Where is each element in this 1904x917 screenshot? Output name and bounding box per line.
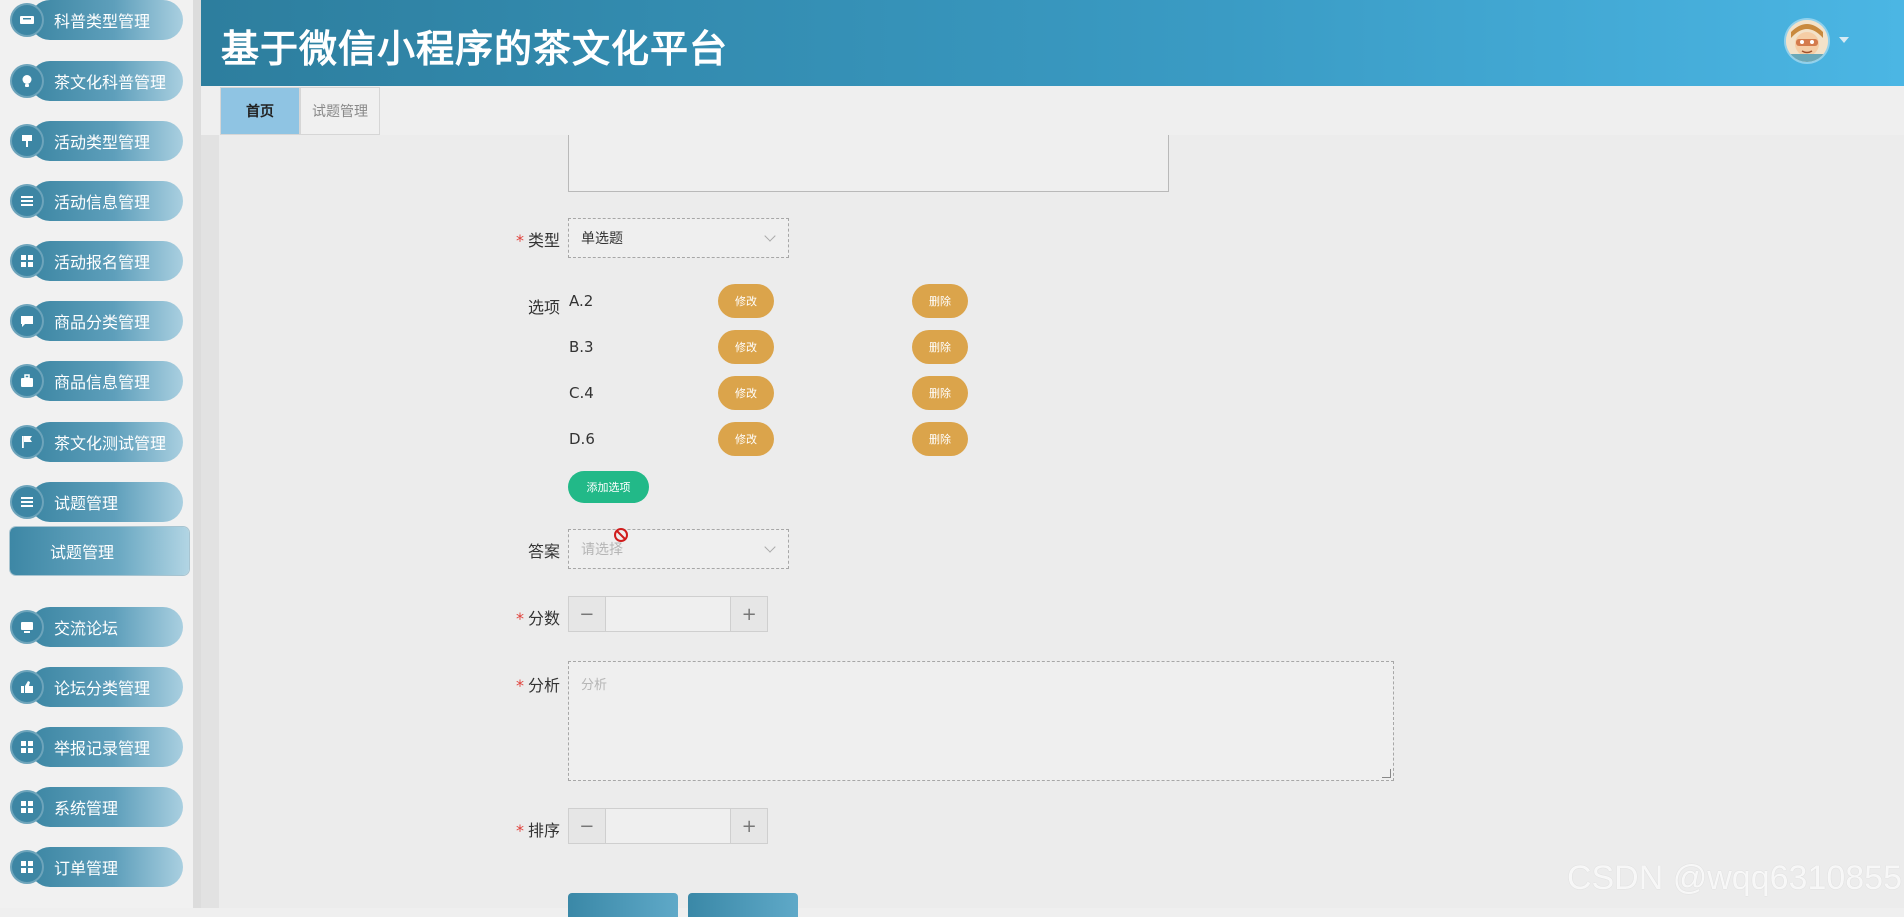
content-textarea[interactable]: [568, 135, 1169, 192]
order-increment-button[interactable]: +: [731, 809, 768, 843]
thumb-icon: [10, 670, 44, 704]
chat-icon: [10, 304, 44, 338]
sidebar-item-label: 论坛分类管理: [54, 679, 151, 698]
score-increment-button[interactable]: +: [731, 597, 768, 631]
sidebar-item[interactable]: 交流论坛: [10, 607, 183, 647]
sidebar-item[interactable]: 活动报名管理: [10, 241, 183, 281]
sidebar-item[interactable]: 活动信息管理: [10, 181, 183, 221]
score-input[interactable]: [604, 597, 732, 631]
order-label: * 排序: [515, 821, 560, 840]
type-label: * 类型: [515, 231, 560, 250]
option-text: A.2: [569, 292, 594, 310]
analysis-placeholder: 分析: [581, 678, 608, 693]
ticket-icon: [10, 3, 44, 37]
sidebar-subitem-active[interactable]: 试题管理: [10, 527, 189, 575]
analysis-textarea[interactable]: 分析: [568, 661, 1394, 781]
bulb-icon: [10, 64, 44, 98]
type-select[interactable]: 单选题: [568, 218, 789, 258]
sidebar-item-label: 系统管理: [54, 799, 119, 818]
answer-select[interactable]: 请选择: [568, 529, 789, 569]
sidebar-item-label: 订单管理: [54, 859, 119, 878]
chevron-down-icon: [764, 541, 776, 553]
order-input[interactable]: [604, 809, 732, 843]
sidebar-item-label: 举报记录管理: [54, 739, 151, 758]
header: 基于微信小程序的茶文化平台: [201, 0, 1904, 86]
tab-question-management[interactable]: 试题管理: [300, 87, 380, 135]
sidebar-item[interactable]: 系统管理: [10, 787, 183, 827]
edit-option-button[interactable]: 修改: [718, 376, 774, 410]
grid-icon: [10, 244, 44, 278]
grid-icon: [10, 730, 44, 764]
sidebar-item-label: 交流论坛: [54, 619, 119, 638]
avatar-image: [1786, 20, 1828, 62]
sidebar-item-label: 茶文化科普管理: [54, 73, 167, 92]
option-text: C.4: [569, 384, 594, 402]
sidebar-item[interactable]: 科普类型管理: [10, 0, 183, 40]
sidebar-item-label: 商品分类管理: [54, 313, 151, 332]
tab-bar: 首页 试题管理: [220, 87, 380, 135]
sidebar-item[interactable]: 商品分类管理: [10, 301, 183, 341]
sidebar-item-label: 试题管理: [54, 494, 119, 513]
not-allowed-cursor-icon: [614, 528, 628, 542]
score-label: * 分数: [515, 609, 560, 628]
score-decrement-button[interactable]: −: [569, 597, 605, 631]
sidebar-item[interactable]: 论坛分类管理: [10, 667, 183, 707]
edit-option-button[interactable]: 修改: [718, 422, 774, 456]
answer-label: 答案: [527, 542, 560, 561]
analysis-label: * 分析: [515, 676, 560, 695]
score-stepper[interactable]: − +: [568, 596, 768, 632]
watermark: CSDN @wqq6310855: [1566, 859, 1902, 897]
briefcase-icon: [10, 364, 44, 398]
delete-option-button[interactable]: 删除: [912, 422, 968, 456]
tab-home[interactable]: 首页: [220, 87, 300, 135]
sidebar-item-label: 商品信息管理: [54, 373, 151, 392]
sidebar-item-label: 活动报名管理: [54, 253, 151, 272]
grid-icon: [10, 790, 44, 824]
main-left-gutter: [201, 135, 219, 908]
app-title: 基于微信小程序的茶文化平台: [221, 27, 729, 71]
sidebar-item-label: 活动类型管理: [54, 133, 151, 152]
type-select-value: 单选题: [581, 231, 623, 247]
order-decrement-button[interactable]: −: [569, 809, 605, 843]
order-stepper[interactable]: − +: [568, 808, 768, 844]
delete-option-button[interactable]: 删除: [912, 376, 968, 410]
sidebar-item-label: 茶文化测试管理: [54, 434, 167, 453]
sign-icon: [10, 124, 44, 158]
sidebar-item[interactable]: 举报记录管理: [10, 727, 183, 767]
delete-option-button[interactable]: 删除: [912, 330, 968, 364]
list-icon: [10, 485, 44, 519]
monitor-icon: [10, 610, 44, 644]
grid-icon: [10, 850, 44, 884]
edit-option-button[interactable]: 修改: [718, 330, 774, 364]
sidebar-item[interactable]: 活动类型管理: [10, 121, 183, 161]
sidebar-subitem-label: 试题管理: [50, 543, 115, 562]
delete-option-button[interactable]: 删除: [912, 284, 968, 318]
edit-option-button[interactable]: 修改: [718, 284, 774, 318]
sidebar-item[interactable]: 茶文化科普管理: [10, 61, 183, 101]
chevron-down-icon: [764, 230, 776, 242]
flag-icon: [10, 425, 44, 459]
submit-button[interactable]: [568, 893, 678, 917]
options-label: 选项: [527, 298, 560, 317]
cancel-button[interactable]: [688, 893, 798, 917]
sidebar-scrollbar[interactable]: [193, 0, 201, 908]
sidebar-item[interactable]: 茶文化测试管理: [10, 422, 183, 462]
add-option-button[interactable]: 添加选项: [568, 471, 649, 503]
sidebar-item[interactable]: 试题管理: [10, 482, 183, 522]
option-text: D.6: [569, 430, 595, 448]
sidebar-item[interactable]: 商品信息管理: [10, 361, 183, 401]
avatar[interactable]: [1786, 20, 1828, 62]
sidebar-item-label: 活动信息管理: [54, 193, 151, 212]
sidebar: 科普类型管理 茶文化科普管理 活动类型管理 活动信息管理 活动报名管理 商品分类管理 商品信…: [0, 0, 200, 908]
sidebar-item[interactable]: 订单管理: [10, 847, 183, 887]
sidebar-item-label: 科普类型管理: [54, 12, 151, 31]
resize-grip-icon[interactable]: [1382, 769, 1391, 778]
main-content: [201, 135, 1904, 908]
list-icon: [10, 184, 44, 218]
caret-down-icon[interactable]: [1839, 37, 1849, 43]
option-text: B.3: [569, 338, 594, 356]
